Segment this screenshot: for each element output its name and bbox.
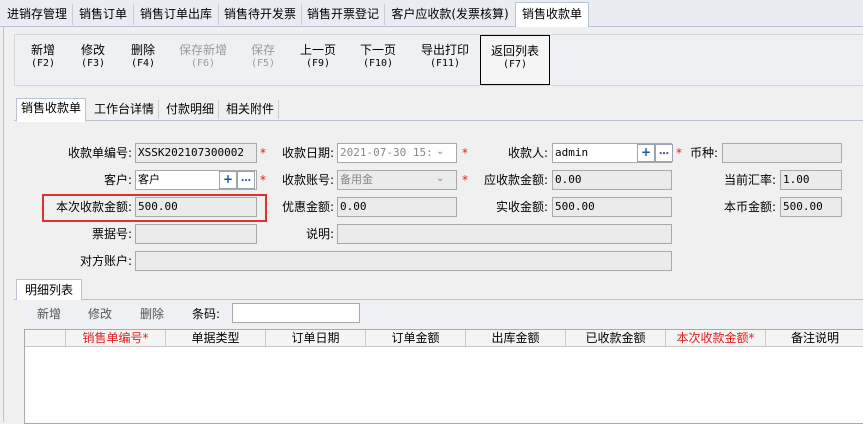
payee-label: 收款人: [507,146,548,160]
plus-icon[interactable]: + [637,144,655,162]
receipt-date-label: 收款日期: [281,146,334,160]
currency-label: 币种: [689,146,718,160]
local-amount-field[interactable]: 500.00 [780,197,842,217]
required-mark: * [260,146,266,160]
column-header[interactable]: 销售单编号* [65,330,165,346]
prev-page-button-label: 上一页 [299,43,336,57]
note-label: 说明: [305,227,334,241]
actual-label: 实收金额: [495,200,548,214]
save-button[interactable]: 保存 (F5) [245,43,281,71]
actual-field[interactable]: 500.00 [552,197,672,217]
rate-field[interactable]: 1.00 [780,170,842,190]
column-header[interactable]: 备注说明 [765,330,863,346]
left-border [3,26,4,422]
export-print-button-label: 导出打印 [420,43,469,57]
save-button-key: (F5) [250,58,276,69]
more-icon[interactable]: … [237,171,255,189]
rate-label: 当前汇率: [723,173,776,187]
edit-button[interactable]: 修改 (F3) [75,43,111,71]
delete-button-label: 删除 [130,43,155,57]
edit-button-label: 修改 [80,43,105,57]
main-toolbar: 新增 (F2) 修改 (F3) 删除 (F4) 保存新增 (F6) 保存 (F5) 上一页… [14,34,863,86]
bill-no-label: 票据号: [91,227,132,241]
barcode-input[interactable] [232,303,360,323]
export-print-button[interactable]: 导出打印 (F11) [415,43,475,71]
save-new-button-key: (F6) [190,58,216,69]
amount-field[interactable]: 500.00 [135,197,257,217]
column-header[interactable]: 订单日期 [265,330,365,346]
counter-account-label: 对方账户: [79,254,132,268]
local-amount-label: 本币金额: [723,200,776,214]
tab-sales-order-outbound[interactable]: 销售订单出库 [134,4,219,25]
tab-workbench-detail[interactable]: 工作台详情 [90,100,160,119]
list-delete-button[interactable]: 删除 [140,305,164,322]
plus-icon[interactable]: + [219,171,237,189]
note-field[interactable] [337,224,672,244]
save-new-button-label: 保存新增 [178,43,227,57]
customer-label: 客户: [103,173,132,187]
delete-button[interactable]: 删除 (F4) [125,43,161,71]
column-header[interactable]: 单据类型 [165,330,265,346]
tab-sales-invoice-register[interactable]: 销售开票登记 [302,4,385,25]
tab-sales-receipt[interactable]: 销售收款单 [515,2,589,27]
list-tab-bar: 明细列表 [14,279,863,300]
column-header[interactable]: 订单金额 [365,330,465,346]
save-button-label: 保存 [250,43,275,57]
bill-no-field[interactable] [135,224,257,244]
next-page-button-key: (F10) [362,58,394,69]
list-add-button[interactable]: 新增 [37,305,61,322]
next-page-button[interactable]: 下一页 (F10) [355,43,401,71]
tab-customer-receivable[interactable]: 客户应收款(发票核算) [385,4,516,25]
tab-sales-pending-invoice[interactable]: 销售待开发票 [219,4,302,25]
tab-payment-detail[interactable]: 付款明细 [162,100,220,119]
export-print-button-key: (F11) [429,58,461,69]
add-button-label: 新增 [30,43,55,57]
receipt-no-field[interactable]: XSSK202107300002 [135,143,257,163]
tab-inventory[interactable]: 进销存管理 [2,4,73,25]
delete-button-key: (F4) [130,58,156,69]
required-mark: * [462,173,468,187]
list-edit-button[interactable]: 修改 [88,305,112,322]
add-button-key: (F2) [30,58,56,69]
prev-page-button[interactable]: 上一页 (F9) [295,43,341,71]
receivable-field[interactable]: 0.00 [552,170,672,190]
list-toolbar: 新增 修改 删除 条码: [24,301,863,325]
discount-field[interactable]: 0.00 [337,197,457,217]
chevron-down-icon[interactable]: ⌄ [436,173,444,184]
back-to-list-button-key: (F7) [502,59,528,70]
tab-attachments[interactable]: 相关附件 [222,100,280,119]
grid-header: 销售单编号* 单据类型 订单日期 订单金额 出库金额 已收款金额 本次收款金额*… [25,330,863,347]
form-tab-bar: 销售收款单 工作台详情 付款明细 相关附件 [14,98,863,122]
column-header[interactable]: 出库金额 [465,330,565,346]
required-mark: * [260,173,266,187]
grid-row-header [25,330,65,346]
back-to-list-button-label: 返回列表 [490,44,539,58]
discount-label: 优惠金额: [281,200,334,214]
counter-account-field[interactable] [135,251,672,271]
tab-detail-list[interactable]: 明细列表 [16,279,83,300]
barcode-label: 条码: [192,307,221,321]
amount-label: 本次收款金额: [55,200,132,214]
currency-field[interactable] [722,143,842,163]
tab-receipt-form[interactable]: 销售收款单 [16,98,87,122]
detail-grid: 销售单编号* 单据类型 订单日期 订单金额 出库金额 已收款金额 本次收款金额*… [24,329,863,424]
tab-sales-order[interactable]: 销售订单 [73,4,134,25]
receivable-label: 应收款金额: [483,173,548,187]
required-mark: * [462,146,468,160]
prev-page-button-key: (F9) [305,58,331,69]
chevron-down-icon[interactable]: ⌄ [436,146,444,157]
receipt-no-label: 收款单编号: [67,146,132,160]
more-icon[interactable]: … [655,144,673,162]
column-header[interactable]: 已收款金额 [565,330,665,346]
top-tab-bar: 进销存管理 销售订单 销售订单出库 销售待开发票 销售开票登记 客户应收款(发票… [0,0,863,27]
account-label: 收款账号: [281,173,334,187]
edit-button-key: (F3) [80,58,106,69]
save-new-button[interactable]: 保存新增 (F6) [175,43,231,71]
next-page-button-label: 下一页 [359,43,396,57]
add-button[interactable]: 新增 (F2) [25,43,61,71]
back-to-list-button[interactable]: 返回列表 (F7) [480,35,550,85]
column-header[interactable]: 本次收款金额* [665,330,765,346]
